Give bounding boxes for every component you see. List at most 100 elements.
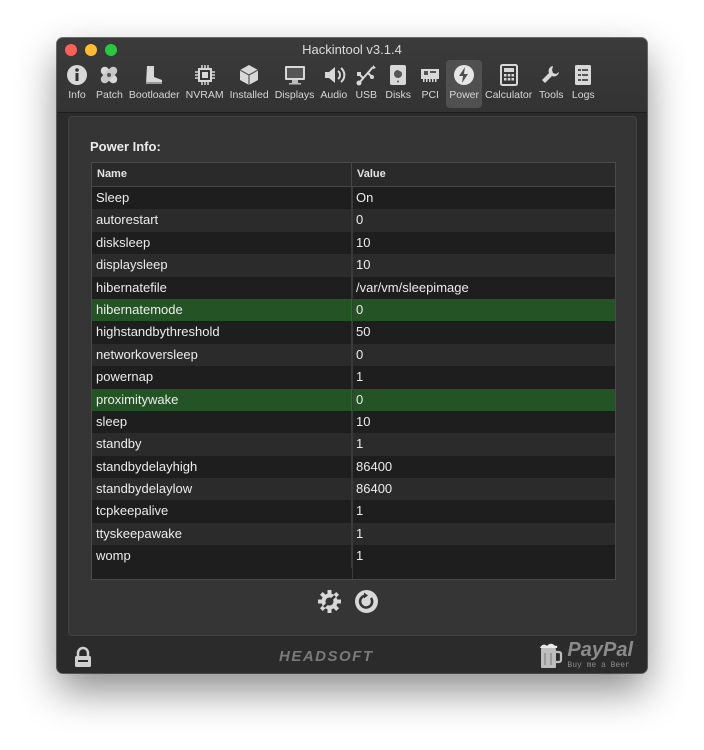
tab-installed[interactable]: Installed: [227, 60, 272, 108]
table-row[interactable]: standby 1: [92, 433, 615, 456]
tab-label: Logs: [571, 89, 595, 101]
cell-name: ttyskeepawake: [92, 522, 352, 546]
cell-value: 86400: [356, 481, 393, 497]
cell-value: 1: [356, 369, 364, 385]
power-info-table[interactable]: Name Value Sleep On autorestart 0 disksleep 1…: [91, 162, 616, 580]
cell-name: sleep: [92, 410, 352, 434]
paypal-subtitle: Buy me a Beer: [567, 661, 630, 670]
tab-usb[interactable]: USB: [350, 60, 382, 108]
table-row[interactable]: ttyskeepawake 1: [92, 522, 615, 546]
tab-bootloader[interactable]: Bootloader: [126, 60, 183, 108]
section-title: Power Info:: [90, 139, 161, 154]
table-row[interactable]: standbydelaylow 86400: [92, 478, 615, 501]
cell-name: womp: [92, 545, 352, 568]
calculator-icon: [496, 62, 522, 88]
cell-value: 1: [356, 525, 364, 541]
info-icon: [64, 62, 90, 88]
refresh-button[interactable]: [353, 588, 380, 615]
cell-value: 0: [356, 301, 364, 317]
table-header: Name Value: [92, 163, 615, 187]
tab-info[interactable]: Info: [61, 60, 93, 108]
tab-label: Disks: [385, 89, 412, 101]
table-row[interactable]: networkoversleep 0: [92, 343, 615, 367]
cell-value: 10: [356, 257, 371, 273]
column-header-value[interactable]: Value: [352, 163, 386, 186]
cell-name: proximitywake: [92, 388, 352, 411]
tab-nvram[interactable]: NVRAM: [183, 60, 227, 108]
tab-logs[interactable]: Logs: [567, 60, 599, 108]
power-panel: Power Info: Name Value Sleep On autorestar…: [68, 116, 637, 636]
action-buttons: [316, 588, 380, 615]
main-toolbar: Info Patch Bootloader NVRAM Installed Di…: [61, 60, 599, 108]
speaker-icon: [321, 62, 347, 88]
column-divider: [352, 187, 353, 579]
cell-value: 1: [356, 436, 364, 452]
headsoft-logo[interactable]: HEADSOFT: [279, 648, 374, 665]
table-row[interactable]: sleep 10: [92, 410, 615, 434]
tab-power[interactable]: Power: [446, 60, 482, 108]
table-row[interactable]: hibernatemode 0: [92, 298, 615, 322]
tab-label: Patch: [96, 89, 123, 101]
refresh-icon: [355, 590, 378, 613]
title-bar: Hackintool v3.1.4 Info Patch Bootloader: [57, 38, 647, 113]
tab-disks[interactable]: Disks: [382, 60, 414, 108]
power-icon: [451, 62, 477, 88]
table-row[interactable]: proximitywake 0: [92, 388, 615, 411]
tab-label: Calculator: [485, 89, 533, 101]
cell-name: networkoversleep: [92, 343, 352, 367]
tab-label: NVRAM: [185, 89, 224, 101]
cell-value: 1: [356, 503, 364, 519]
paypal-logo: PayPal: [567, 639, 633, 661]
lock-button[interactable]: [72, 646, 94, 673]
table-row[interactable]: tcpkeepalive 1: [92, 500, 615, 523]
column-header-name[interactable]: Name: [92, 163, 352, 186]
tab-label: Audio: [320, 89, 348, 101]
cell-name: disksleep: [92, 231, 352, 255]
cell-value: 86400: [356, 458, 393, 474]
tab-calculator[interactable]: Calculator: [482, 60, 535, 108]
cell-value: /var/vm/sleepimage: [356, 279, 469, 295]
table-row[interactable]: displaysleep 10: [92, 254, 615, 277]
cell-value: On: [356, 190, 374, 205]
cell-value: 10: [356, 413, 371, 429]
tab-patch[interactable]: Patch: [93, 60, 126, 108]
cell-name: hibernatemode: [92, 298, 352, 322]
bandage-icon: [96, 62, 122, 88]
table-row[interactable]: autorestart 0: [92, 209, 615, 232]
table-row[interactable]: standbydelayhigh 86400: [92, 455, 615, 479]
tab-tools[interactable]: Tools: [535, 60, 567, 108]
table-row[interactable]: powernap 1: [92, 366, 615, 389]
tab-displays[interactable]: Displays: [272, 60, 318, 108]
tab-label: Displays: [274, 89, 315, 101]
table-row[interactable]: disksleep 10: [92, 231, 615, 255]
cell-name: hibernatefile: [92, 276, 352, 299]
wrench-icon: [538, 62, 564, 88]
cell-name: highstandbythreshold: [92, 321, 352, 344]
cell-name: powernap: [92, 366, 352, 389]
disk-icon: [385, 62, 411, 88]
tab-label: PCI: [421, 89, 439, 101]
fix-power-settings-button[interactable]: [316, 588, 343, 615]
lock-icon: [75, 646, 91, 667]
table-row[interactable]: Sleep On: [92, 187, 615, 210]
cell-value: 1: [356, 548, 364, 564]
monitor-icon: [282, 62, 308, 88]
usb-icon: [353, 62, 379, 88]
tab-label: USB: [355, 89, 378, 101]
tab-label: Tools: [539, 89, 564, 101]
window-title: Hackintool v3.1.4: [302, 42, 402, 57]
table-row[interactable]: hibernatefile/var/vm/sleepimage: [92, 276, 615, 299]
cell-name: Sleep: [92, 187, 352, 210]
tab-label: Bootloader: [128, 89, 180, 101]
cell-name: displaysleep: [92, 254, 352, 277]
hackintool-window: Hackintool v3.1.4 Info Patch Bootloader: [57, 38, 647, 673]
paypal-donate-button[interactable]: PayPal Buy me a Beer: [539, 640, 633, 670]
cell-value: 50: [356, 324, 371, 340]
tab-pci[interactable]: PCI: [414, 60, 446, 108]
tab-label: Installed: [229, 89, 269, 101]
table-row[interactable]: womp 1: [92, 545, 615, 568]
table-row[interactable]: highstandbythreshold 50: [92, 321, 615, 344]
tab-audio[interactable]: Audio: [317, 60, 350, 108]
pci-card-icon: [417, 62, 443, 88]
cell-name: standbydelaylow: [92, 478, 352, 501]
